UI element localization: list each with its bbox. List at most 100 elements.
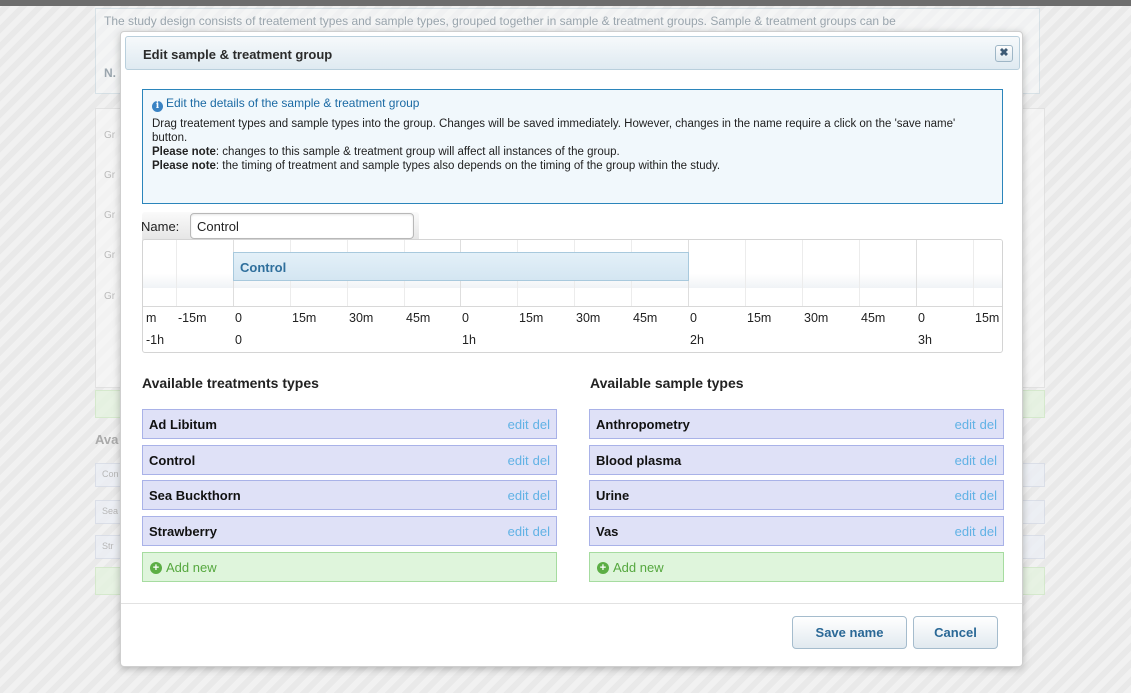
note-text: : changes to this sample & treatment gro… (215, 146, 620, 158)
sample-label: Vas (596, 524, 619, 539)
treatment-item[interactable]: Control edit del (142, 445, 557, 475)
timeline-minute-label: 30m (349, 311, 374, 325)
edit-link[interactable]: edit (508, 488, 529, 503)
timeline-hour-label: 3h (918, 333, 932, 347)
timeline-gridline (802, 240, 803, 306)
timeline-gridline (745, 240, 746, 306)
timeline-minute-label: 30m (804, 311, 829, 325)
sample-label: Anthropometry (596, 417, 690, 432)
treatment-label: Strawberry (149, 524, 217, 539)
dialog-footer-divider (121, 603, 1022, 604)
note-label: Please note (152, 146, 216, 158)
timeline-minute-label: -15m (178, 311, 207, 325)
delete-link[interactable]: del (533, 488, 550, 503)
item-actions: edit del (504, 417, 550, 432)
add-treatment-button[interactable]: + Add new (142, 552, 557, 582)
group-timeline: Control m -15m 0 15m 30m 45m 0 15m 30m 4… (142, 239, 1003, 353)
samples-heading: Available sample types (590, 375, 744, 391)
treatment-item[interactable]: Sea Buckthorn edit del (142, 480, 557, 510)
treatment-item[interactable]: Strawberry edit del (142, 516, 557, 546)
name-area: Name: (141, 212, 419, 242)
background-item-label: Sea (102, 506, 119, 516)
note-label: Please note (152, 160, 216, 172)
treatment-item[interactable]: Ad Libitum edit del (142, 409, 557, 439)
sample-item[interactable]: Vas edit del (589, 516, 1004, 546)
timeline-minute-label: 30m (576, 311, 601, 325)
info-title-text: Edit the details of the sample & treatme… (166, 96, 420, 110)
timeline-group-bar[interactable]: Control (233, 252, 689, 281)
treatment-label: Control (149, 453, 196, 468)
background-row: Gr (104, 210, 116, 221)
delete-link[interactable]: del (980, 524, 997, 539)
sample-item[interactable]: Urine edit del (589, 480, 1004, 510)
timeline-gridline (916, 240, 917, 306)
timeline-hour-label: 2h (690, 333, 704, 347)
background-row: Gr (104, 130, 116, 141)
timeline-gridline (973, 240, 974, 306)
edit-link[interactable]: edit (955, 524, 976, 539)
item-actions: edit del (951, 417, 997, 432)
cancel-button[interactable]: Cancel (913, 616, 998, 649)
timeline-minute-label: 15m (519, 311, 544, 325)
treatments-heading: Available treatments types (142, 375, 319, 391)
dialog-header: Edit sample & treatment group ✖ (125, 36, 1020, 70)
delete-link[interactable]: del (980, 417, 997, 432)
dialog-title: Edit sample & treatment group (143, 47, 333, 62)
delete-link[interactable]: del (533, 524, 550, 539)
edit-link[interactable]: edit (955, 488, 976, 503)
background-intro-text: The study design consists of treatement … (104, 14, 896, 28)
info-description: Drag treatement types and sample types i… (152, 118, 956, 144)
close-icon[interactable]: ✖ (995, 45, 1013, 62)
edit-group-dialog: Edit sample & treatment group ✖ i Edit th… (120, 31, 1023, 667)
edit-link[interactable]: edit (508, 453, 529, 468)
delete-link[interactable]: del (533, 453, 550, 468)
timeline-gridline (859, 240, 860, 306)
timeline-minute-label: 0 (235, 311, 242, 325)
delete-link[interactable]: del (980, 488, 997, 503)
timeline-minute-label: m (146, 311, 157, 325)
edit-link[interactable]: edit (955, 417, 976, 432)
item-actions: edit del (951, 453, 997, 468)
delete-link[interactable]: del (980, 453, 997, 468)
timeline-gridline (176, 240, 177, 306)
item-actions: edit del (951, 524, 997, 539)
item-actions: edit del (504, 453, 550, 468)
edit-link[interactable]: edit (508, 524, 529, 539)
treatment-label: Ad Libitum (149, 417, 217, 432)
delete-link[interactable]: del (533, 417, 550, 432)
edit-link[interactable]: edit (955, 453, 976, 468)
background-row: Gr (104, 250, 116, 261)
timeline-hour-label: 1h (462, 333, 476, 347)
timeline-minute-label: 45m (861, 311, 886, 325)
timeline-minute-label: 15m (975, 311, 1000, 325)
sample-item[interactable]: Blood plasma edit del (589, 445, 1004, 475)
treatment-label: Sea Buckthorn (149, 488, 241, 503)
background-row: Gr (104, 291, 116, 302)
background-item-label: Str (102, 541, 114, 551)
timeline-group-label: Control (240, 260, 287, 275)
edit-link[interactable]: edit (508, 417, 529, 432)
add-sample-label: Add new (613, 560, 664, 575)
background-item-label: Con (102, 469, 119, 479)
info-box: i Edit the details of the sample & treatm… (142, 89, 1003, 204)
sample-label: Blood plasma (596, 453, 682, 468)
add-treatment-label: Add new (166, 560, 217, 575)
top-bar (0, 0, 1131, 6)
sample-item[interactable]: Anthropometry edit del (589, 409, 1004, 439)
background-intro-label: N. (104, 66, 116, 80)
item-actions: edit del (504, 488, 550, 503)
timeline-minute-label: 45m (633, 311, 658, 325)
add-icon: + (150, 562, 162, 574)
background-row: Gr (104, 170, 116, 181)
info-icon: i (152, 101, 163, 112)
note-text: : the timing of treatment and sample typ… (215, 160, 721, 172)
save-name-button[interactable]: Save name (792, 616, 907, 649)
add-sample-button[interactable]: + Add new (589, 552, 1004, 582)
info-title: i Edit the details of the sample & treatm… (152, 96, 993, 112)
name-label: Name: (141, 219, 180, 234)
timeline-minute-label: 0 (462, 311, 469, 325)
group-name-input[interactable] (190, 213, 414, 239)
timeline-axis (143, 306, 1002, 307)
sample-label: Urine (596, 488, 630, 503)
timeline-minute-label: 15m (747, 311, 772, 325)
